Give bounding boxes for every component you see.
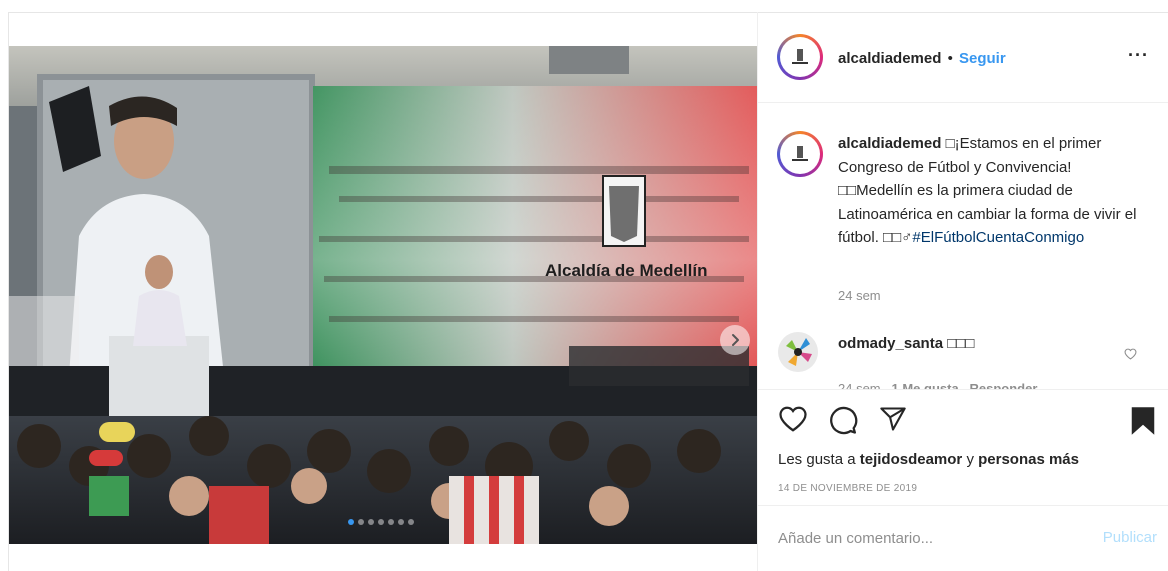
post-image[interactable]: Alcaldía de Medellín [9, 46, 757, 544]
like-button[interactable] [778, 405, 808, 438]
post-header: alcaldiademed • Seguir ··· [758, 12, 1168, 103]
city-crest-icon [792, 49, 808, 64]
author-username[interactable]: alcaldiademed [838, 50, 941, 67]
comment-button[interactable] [828, 405, 858, 440]
likes-prefix: Les gusta a [778, 451, 856, 468]
liked-by-user[interactable]: tejidosdeamor [860, 451, 963, 468]
comment-item: odmady_santa □□□ [778, 332, 974, 372]
post-sidebar: alcaldiademed • Seguir ··· alcaldiademed… [757, 12, 1168, 571]
screen-logo-text: Alcaldía de Medellín [545, 261, 708, 280]
post-date[interactable]: 14 DE NOVIEMBRE DE 2019 [778, 483, 917, 494]
like-comment-button[interactable] [1124, 347, 1137, 365]
more-options-icon[interactable]: ··· [1128, 45, 1149, 66]
add-comment-bar: Publicar [758, 505, 1168, 571]
event-photo: Alcaldía de Medellín [9, 46, 757, 544]
city-crest-icon [792, 146, 808, 161]
author-avatar[interactable] [777, 34, 823, 80]
caption-text-block: alcaldiademed □¡Estamos en el primer Con… [838, 132, 1138, 250]
post-actions: Les gusta a tejidosdeamor y personas más… [758, 389, 1168, 505]
avatar-image [778, 332, 818, 372]
commenter-avatar[interactable] [778, 332, 818, 372]
carousel-dot [368, 519, 374, 525]
commenter-username[interactable]: odmady_santa [838, 335, 943, 352]
carousel-dot [378, 519, 384, 525]
carousel-indicator [348, 519, 414, 525]
caption-hashtag[interactable]: #ElFútbolCuentaConmigo [912, 229, 1084, 246]
next-image-button[interactable] [720, 325, 750, 355]
caption-username[interactable]: alcaldiademed [838, 135, 941, 152]
likes-conj: y [966, 451, 974, 468]
comments-section[interactable]: alcaldiademed □¡Estamos en el primer Con… [758, 104, 1168, 389]
reply-button[interactable]: Responder [970, 381, 1038, 389]
follow-button[interactable]: Seguir [959, 50, 1006, 67]
caption-time[interactable]: 24 sem [838, 288, 881, 303]
comment-time[interactable]: 24 sem [838, 381, 881, 389]
caption-avatar[interactable] [777, 131, 823, 177]
carousel-dot [388, 519, 394, 525]
heart-outline-icon [1124, 348, 1137, 360]
bookmark-filled-icon [1131, 407, 1155, 435]
comment-meta: 24 sem 1 Me gusta Responder [838, 381, 1037, 389]
heart-icon [779, 406, 807, 432]
comment-text: □□□ [947, 335, 975, 352]
header-separator: • [947, 50, 953, 67]
carousel-dot [348, 519, 354, 525]
share-button[interactable] [878, 405, 908, 438]
comment-likes[interactable]: 1 Me gusta [891, 381, 958, 389]
likes-summary: Les gusta a tejidosdeamor y personas más [778, 451, 1079, 468]
carousel-dot [408, 519, 414, 525]
save-button[interactable] [1130, 406, 1156, 441]
chevron-right-icon [732, 334, 739, 346]
send-icon [880, 407, 906, 431]
liked-by-others[interactable]: personas más [978, 451, 1079, 468]
comment-icon [830, 406, 858, 435]
carousel-dot [358, 519, 364, 525]
carousel-dot [398, 519, 404, 525]
comment-text-block: odmady_santa □□□ [838, 335, 974, 352]
comment-input[interactable] [778, 526, 1078, 550]
publish-button[interactable]: Publicar [1103, 529, 1157, 546]
